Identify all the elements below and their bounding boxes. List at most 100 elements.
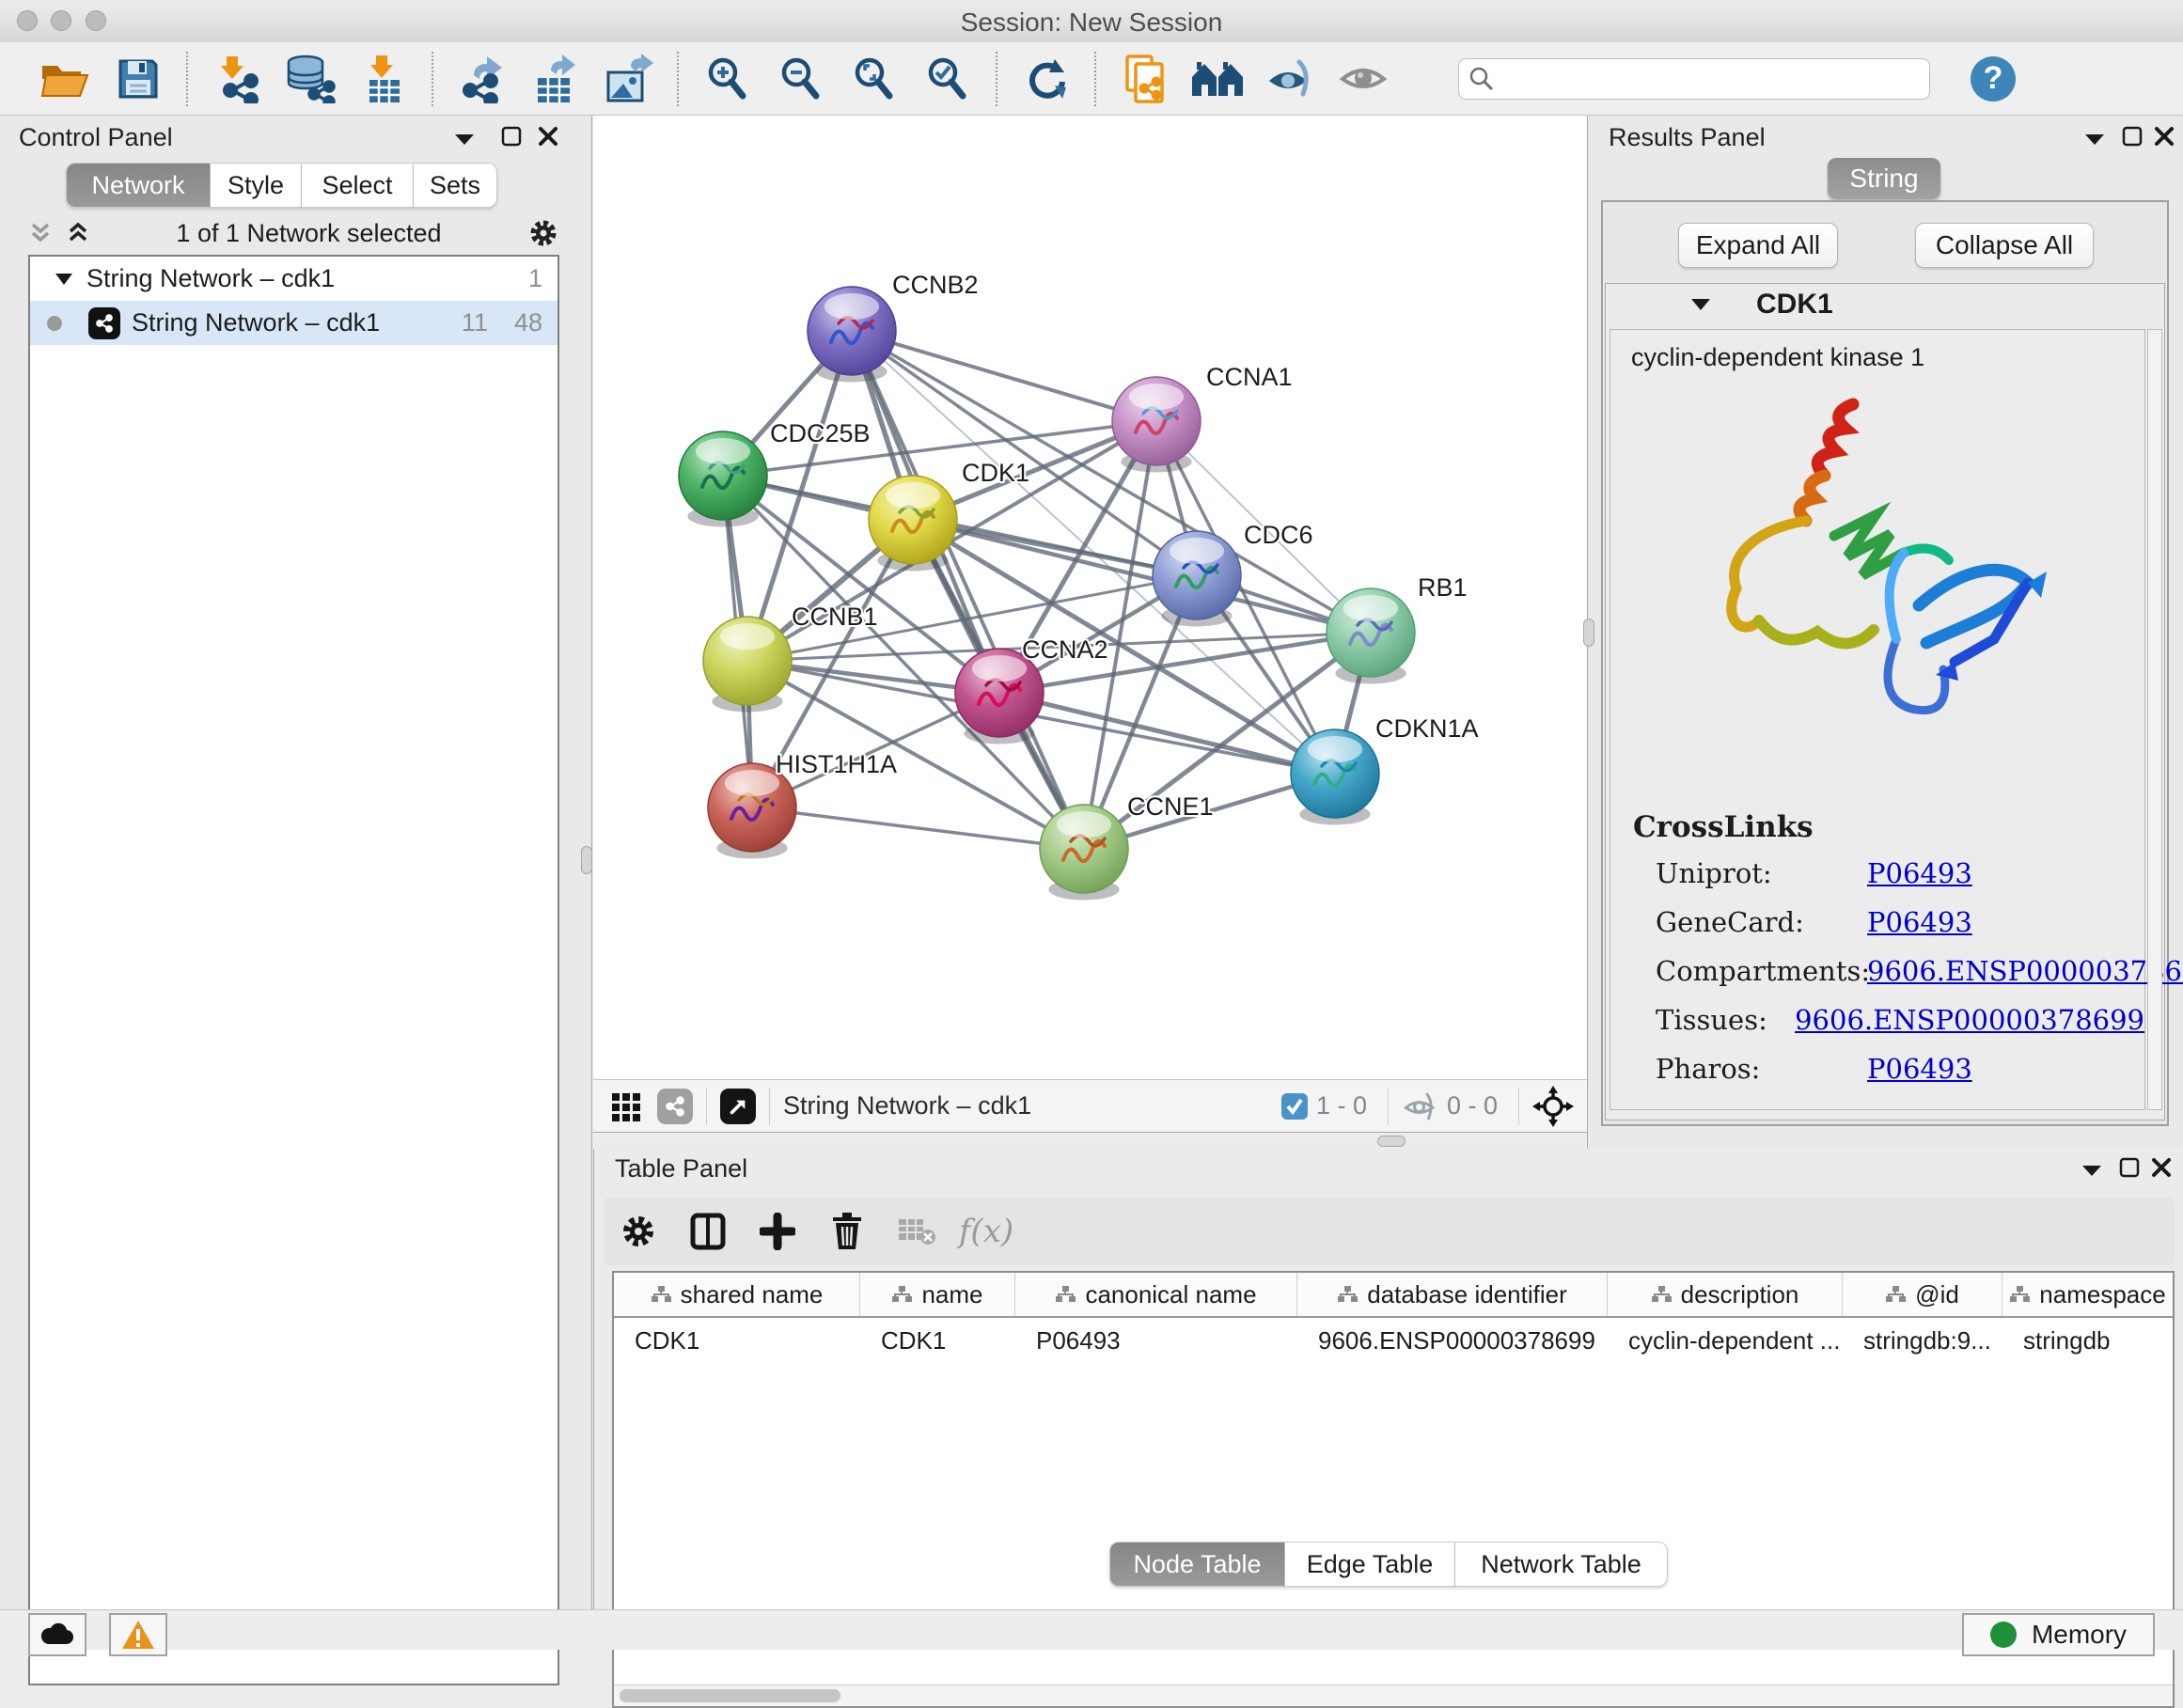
import-table-file-button[interactable] — [347, 49, 420, 109]
svg-text:CDC6: CDC6 — [1244, 521, 1313, 549]
tab-network[interactable]: Network — [66, 163, 211, 208]
column-header-shared-name[interactable]: shared name — [614, 1273, 860, 1316]
export-table-button[interactable] — [519, 49, 592, 109]
show-all-button[interactable] — [1328, 49, 1402, 109]
first-neighbors-button[interactable] — [1182, 49, 1255, 109]
table-options-button[interactable] — [604, 1203, 673, 1260]
close-panel-icon[interactable] — [2151, 1156, 2172, 1179]
crosslink-label: Uniprot: — [1656, 857, 1867, 889]
network-view[interactable]: CCNB2CCNA1CDC25BCDK1CDC6RB1CCNB1CCNA2CDK… — [593, 116, 1587, 1079]
fit-selected-crosshair-icon[interactable] — [1532, 1086, 1574, 1127]
results-vertical-scrollbar[interactable] — [2147, 329, 2162, 1110]
control-panel: Control Panel Network Style Select Sets … — [0, 116, 592, 1609]
memory-button[interactable]: Memory — [1962, 1613, 2155, 1656]
horizontal-splitter-grip[interactable] — [1377, 1136, 1406, 1147]
tab-string[interactable]: String — [1828, 158, 1940, 199]
float-panel-icon[interactable] — [2119, 1156, 2140, 1179]
cloud-status-button[interactable] — [28, 1613, 86, 1656]
detach-view-icon[interactable] — [720, 1089, 756, 1124]
table-toolbar: f(x) — [604, 1198, 2175, 1265]
node-count: 11 — [462, 308, 488, 337]
crosslink-link[interactable]: 9606.ENSP00000378699 — [1867, 955, 2183, 987]
hidden-count: 0 - 0 — [1447, 1091, 1498, 1120]
import-network-file-button[interactable] — [200, 49, 274, 109]
column-header-database-identifier[interactable]: database identifier — [1297, 1273, 1608, 1316]
selected-checkbox-icon[interactable] — [1280, 1092, 1309, 1120]
panel-menu-icon[interactable] — [2084, 133, 2105, 146]
tab-network-table[interactable]: Network Table — [1455, 1542, 1668, 1587]
share-network-icon — [95, 314, 114, 333]
column-header-namespace[interactable]: namespace — [2002, 1273, 2173, 1316]
search-input[interactable] — [1495, 63, 1893, 94]
zoom-selected-button[interactable] — [911, 49, 984, 109]
main-toolbar: ? — [0, 42, 2183, 116]
export-network-button[interactable] — [446, 49, 519, 109]
titlebar: Session: New Session — [0, 0, 2183, 43]
entry-collapse-icon[interactable] — [1690, 298, 1711, 311]
crosslink-link[interactable]: 9606.ENSP00000378699 — [1795, 1004, 2144, 1036]
help-button[interactable]: ? — [1956, 49, 2030, 109]
column-header-canonical-name[interactable]: canonical name — [1015, 1273, 1297, 1316]
grid-view-icon[interactable] — [610, 1089, 644, 1123]
toolbar-separator — [186, 52, 189, 106]
float-panel-icon[interactable] — [501, 125, 522, 148]
close-panel-icon[interactable] — [538, 125, 558, 148]
add-column-button[interactable] — [743, 1203, 812, 1260]
control-panel-tabs: Network Style Select Sets — [66, 163, 497, 208]
crosslink-link[interactable]: P06493 — [1867, 906, 1972, 938]
zoom-out-icon — [777, 55, 825, 103]
zoom-fit-icon — [850, 55, 899, 103]
vertical-splitter-grip[interactable] — [581, 846, 592, 874]
function-builder-button[interactable]: f(x) — [951, 1203, 1021, 1260]
expand-all-button[interactable]: Expand All — [1678, 223, 1838, 268]
import-network-database-button[interactable] — [274, 49, 347, 109]
collapse-all-icon[interactable] — [28, 221, 53, 245]
float-panel-icon[interactable] — [2122, 125, 2143, 148]
tab-node-table[interactable]: Node Table — [1109, 1542, 1285, 1587]
expand-all-icon[interactable] — [66, 221, 90, 245]
show-columns-button[interactable] — [673, 1203, 743, 1260]
crosslink-link[interactable]: P06493 — [1867, 1053, 1972, 1085]
network-label: String Network – cdk1 — [132, 308, 380, 337]
column-header-description[interactable]: description — [1608, 1273, 1843, 1316]
table-row[interactable]: CDK1 CDK1 P06493 9606.ENSP00000378699 cy… — [614, 1318, 2173, 1363]
collection-count: 1 — [528, 264, 542, 293]
refresh-view-button[interactable] — [1010, 49, 1083, 109]
cell-name: CDK1 — [860, 1326, 1015, 1355]
vertical-splitter-grip[interactable] — [1583, 619, 1594, 647]
status-bar — [0, 1609, 2183, 1650]
panel-menu-icon[interactable] — [2081, 1164, 2102, 1177]
open-session-button[interactable] — [28, 49, 102, 109]
column-header-id[interactable]: @id — [1843, 1273, 2002, 1316]
collection-expand-icon[interactable] — [55, 273, 73, 286]
panel-menu-icon[interactable] — [454, 133, 475, 146]
network-row[interactable]: String Network – cdk1 11 48 — [30, 301, 558, 345]
node-entry-header[interactable]: CDK1 — [1606, 284, 2164, 325]
tab-select[interactable]: Select — [302, 163, 414, 208]
delete-column-button[interactable] — [812, 1203, 882, 1260]
tree-options-gear-icon[interactable] — [527, 217, 559, 249]
hide-selected-button[interactable] — [1255, 49, 1328, 109]
tab-style[interactable]: Style — [211, 163, 302, 208]
export-image-button[interactable] — [592, 49, 666, 109]
birds-eye-view-icon[interactable] — [657, 1089, 693, 1124]
collapse-all-button[interactable]: Collapse All — [1915, 223, 2094, 268]
control-panel-title: Control Panel — [19, 123, 173, 152]
network-collection-row[interactable]: String Network – cdk1 1 — [30, 257, 558, 301]
zoom-out-button[interactable] — [764, 49, 838, 109]
svg-text:RB1: RB1 — [1418, 573, 1468, 602]
warnings-button[interactable] — [109, 1613, 167, 1656]
crosslink-row: Pharos: P06493 — [1656, 1053, 2144, 1085]
crosslink-link[interactable]: P06493 — [1867, 857, 1972, 889]
close-panel-icon[interactable] — [2154, 125, 2175, 148]
zoom-in-button[interactable] — [691, 49, 764, 109]
new-network-from-selection-button[interactable] — [1108, 49, 1182, 109]
column-header-name[interactable]: name — [860, 1273, 1015, 1316]
tab-edge-table[interactable]: Edge Table — [1285, 1542, 1455, 1587]
delete-table-button[interactable] — [882, 1203, 951, 1260]
zoom-fit-button[interactable] — [838, 49, 911, 109]
scrollbar-thumb[interactable] — [620, 1689, 840, 1702]
save-session-button[interactable] — [102, 49, 175, 109]
table-horizontal-scrollbar[interactable] — [614, 1684, 2173, 1706]
tab-sets[interactable]: Sets — [414, 163, 497, 208]
